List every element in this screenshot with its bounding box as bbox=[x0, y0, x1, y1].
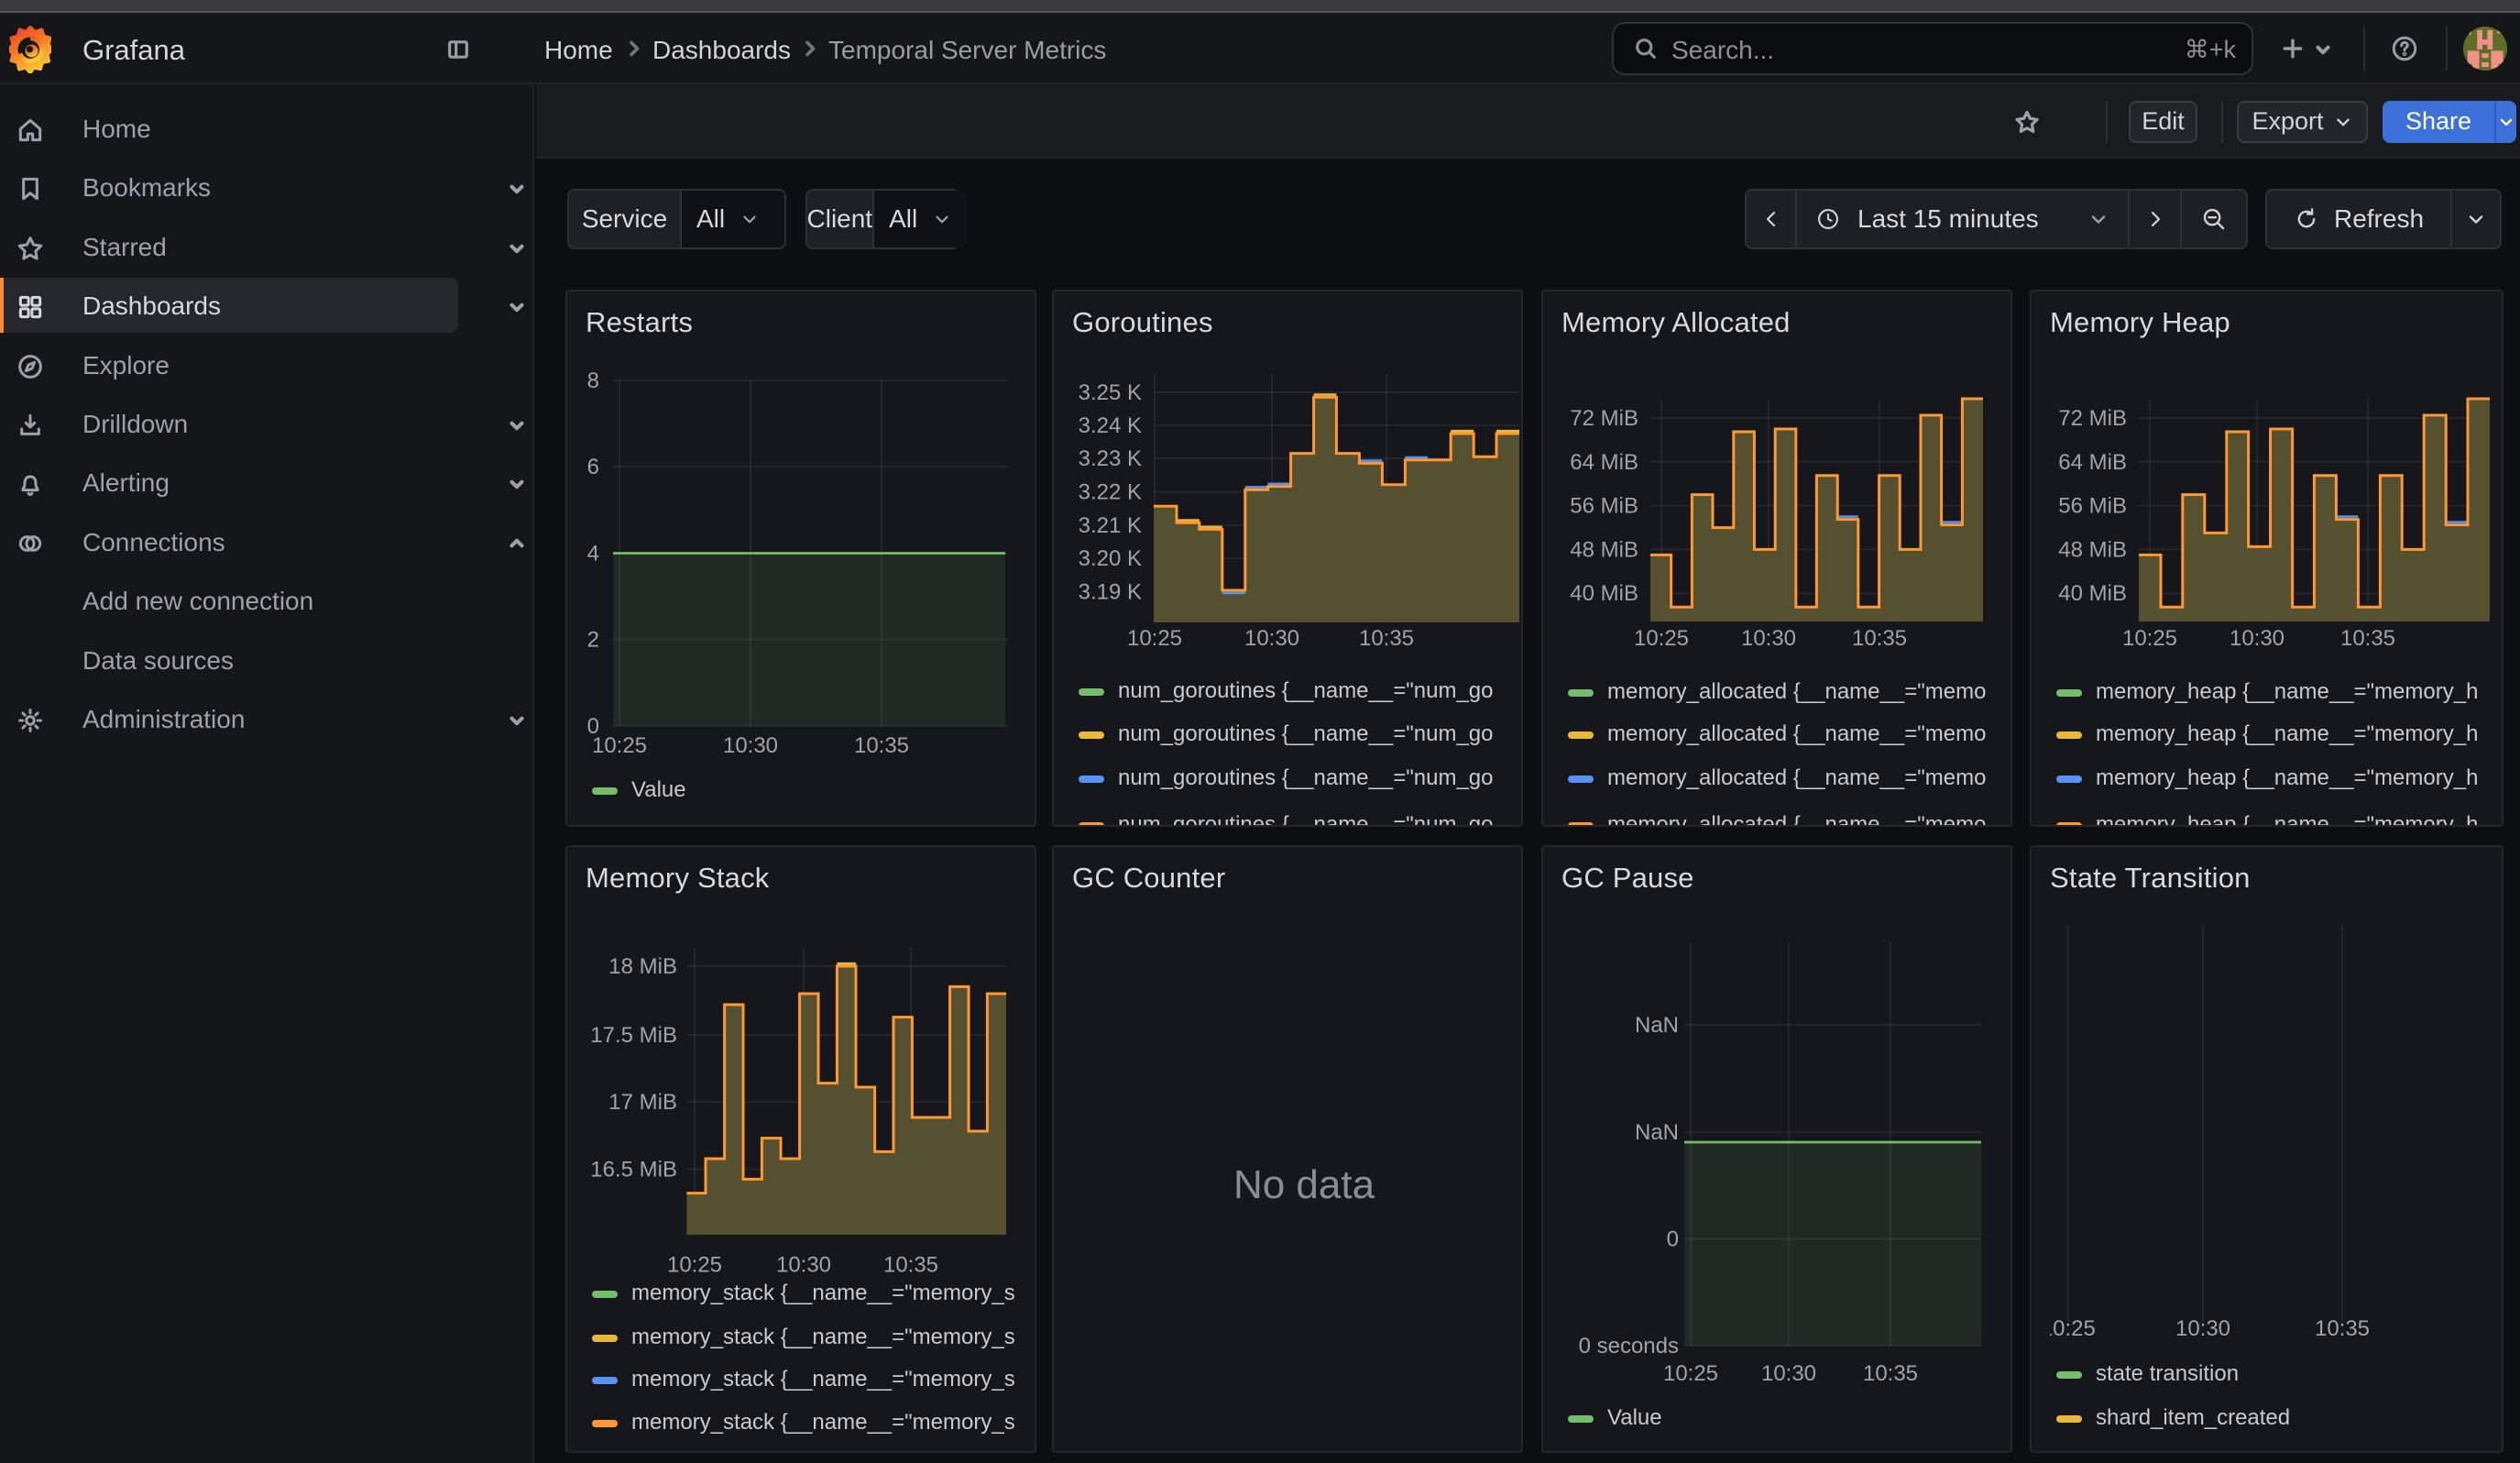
svg-text:0: 0 bbox=[1667, 1227, 1679, 1252]
svg-text:64 MiB: 64 MiB bbox=[1570, 450, 1638, 475]
svg-text:10:25: 10:25 bbox=[1663, 1361, 1718, 1386]
svg-text:40 MiB: 40 MiB bbox=[1570, 581, 1638, 606]
svg-text:10:35: 10:35 bbox=[1359, 626, 1414, 651]
svg-text:10:35: 10:35 bbox=[2340, 626, 2395, 651]
svg-text:10:35: 10:35 bbox=[854, 733, 909, 758]
svg-text:0 seconds: 0 seconds bbox=[1579, 1334, 1679, 1358]
svg-text:6: 6 bbox=[587, 455, 599, 479]
svg-text:72 MiB: 72 MiB bbox=[1570, 406, 1638, 431]
svg-text:56 MiB: 56 MiB bbox=[2058, 494, 2127, 519]
svg-text:64 MiB: 64 MiB bbox=[2058, 450, 2127, 475]
svg-text:17 MiB: 17 MiB bbox=[608, 1090, 677, 1115]
svg-text:3.23 K: 3.23 K bbox=[1079, 446, 1142, 471]
svg-text:48 MiB: 48 MiB bbox=[2058, 537, 2127, 562]
svg-text:3.25 K: 3.25 K bbox=[1079, 380, 1142, 405]
svg-text:18 MiB: 18 MiB bbox=[608, 954, 677, 979]
svg-text:3.22 K: 3.22 K bbox=[1079, 479, 1142, 504]
svg-text:10:30: 10:30 bbox=[1761, 1361, 1816, 1386]
svg-text:10:25: 10:25 bbox=[592, 733, 647, 758]
svg-text:10:35: 10:35 bbox=[1863, 1361, 1918, 1386]
svg-text:16.5 MiB: 16.5 MiB bbox=[590, 1158, 677, 1182]
svg-text:10:25: 10:25 bbox=[1634, 626, 1689, 651]
svg-text:4: 4 bbox=[587, 542, 599, 566]
svg-text:10:30: 10:30 bbox=[1244, 626, 1299, 651]
svg-text:8: 8 bbox=[587, 368, 599, 393]
svg-text:40 MiB: 40 MiB bbox=[2058, 581, 2127, 606]
svg-text:NaN: NaN bbox=[1635, 1120, 1679, 1145]
svg-text:3.24 K: 3.24 K bbox=[1079, 413, 1142, 438]
svg-text:3.19 K: 3.19 K bbox=[1079, 580, 1142, 605]
svg-text:NaN: NaN bbox=[1635, 1013, 1679, 1038]
svg-text:17.5 MiB: 17.5 MiB bbox=[590, 1023, 677, 1048]
svg-text:10:25: 10:25 bbox=[1127, 626, 1182, 651]
svg-text:10:30: 10:30 bbox=[776, 1253, 831, 1278]
svg-text:10:30: 10:30 bbox=[2230, 626, 2284, 651]
svg-text:10:30: 10:30 bbox=[723, 733, 778, 758]
svg-text:10:25: 10:25 bbox=[667, 1253, 722, 1278]
svg-text:10:30: 10:30 bbox=[2175, 1316, 2230, 1341]
svg-text:10:25: 10:25 bbox=[2041, 1316, 2096, 1341]
svg-text:10:25: 10:25 bbox=[2122, 626, 2177, 651]
svg-text:10:35: 10:35 bbox=[2315, 1316, 2370, 1341]
svg-text:10:30: 10:30 bbox=[1741, 626, 1796, 651]
svg-text:72 MiB: 72 MiB bbox=[2058, 406, 2127, 431]
svg-text:3.21 K: 3.21 K bbox=[1079, 513, 1142, 538]
svg-text:10:35: 10:35 bbox=[883, 1253, 938, 1278]
svg-text:2: 2 bbox=[587, 628, 599, 653]
svg-text:3.20 K: 3.20 K bbox=[1079, 546, 1142, 571]
svg-text:10:35: 10:35 bbox=[1852, 626, 1907, 651]
svg-text:56 MiB: 56 MiB bbox=[1570, 494, 1638, 519]
svg-text:48 MiB: 48 MiB bbox=[1570, 537, 1638, 562]
